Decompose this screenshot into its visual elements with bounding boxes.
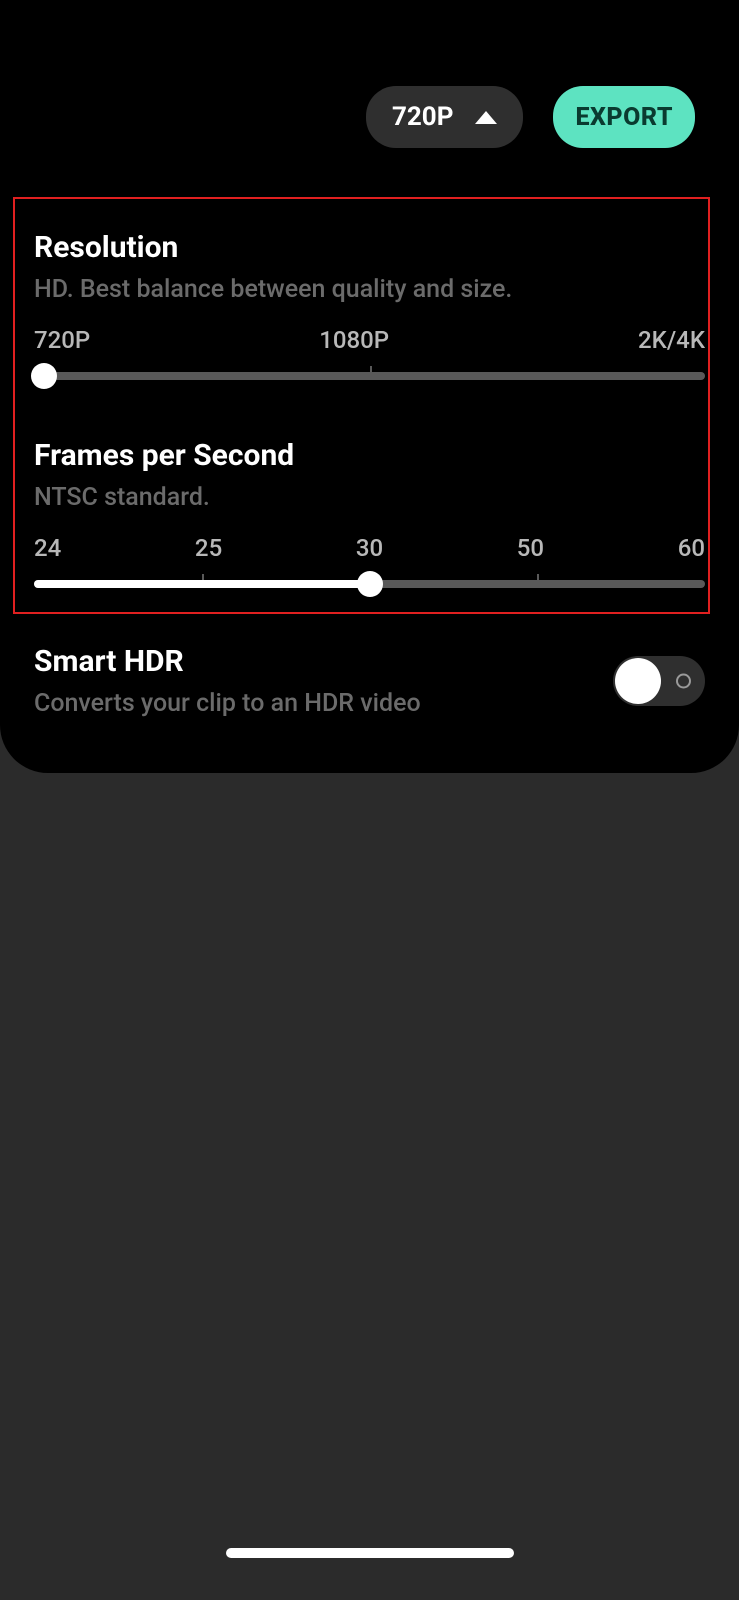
fps-tick-labels: 24 25 30 50 60 [34,534,705,562]
smart-hdr-toggle[interactable] [613,656,705,706]
resolution-tick-labels: 720P 1080P 2K/4K [34,326,705,354]
resolution-title: Resolution [34,230,705,265]
export-button-label: EXPORT [575,103,673,132]
slider-tick-mark [370,366,372,374]
fps-tick: 30 [356,534,383,562]
resolution-tick: 2K/4K [638,326,705,354]
fps-tick: 25 [195,534,222,562]
fps-slider[interactable] [34,580,705,588]
fps-slider-fill [34,580,370,588]
resolution-slider-thumb[interactable] [31,363,57,389]
toggle-off-indicator-icon [676,674,691,689]
smart-hdr-section: Smart HDR Converts your clip to an HDR v… [34,644,705,718]
smart-hdr-title: Smart HDR [34,644,613,679]
export-button[interactable]: EXPORT [553,86,695,148]
fps-slider-thumb[interactable] [357,571,383,597]
resolution-dropdown[interactable]: 720P [366,86,524,148]
resolution-section: Resolution HD. Best balance between qual… [34,230,705,380]
slider-tick-mark [537,574,539,582]
smart-hdr-text: Smart HDR Converts your clip to an HDR v… [34,644,613,718]
export-settings-panel: 720P EXPORT Resolution HD. Best balance … [0,0,739,773]
resolution-slider[interactable] [34,372,705,380]
top-bar: 720P EXPORT [366,86,695,148]
fps-title: Frames per Second [34,438,705,473]
home-indicator[interactable] [226,1548,514,1558]
fps-tick: 60 [678,534,705,562]
smart-hdr-subtitle: Converts your clip to an HDR video [34,689,613,718]
fps-section: Frames per Second NTSC standard. 24 25 3… [34,438,705,588]
fps-tick: 24 [34,534,61,562]
resolution-tick: 720P [34,326,90,354]
resolution-tick: 1080P [319,326,389,354]
resolution-dropdown-label: 720P [392,102,454,132]
fps-subtitle: NTSC standard. [34,483,705,512]
fps-tick: 50 [517,534,544,562]
resolution-subtitle: HD. Best balance between quality and siz… [34,275,705,304]
toggle-knob [615,658,661,704]
caret-up-icon [475,111,497,124]
